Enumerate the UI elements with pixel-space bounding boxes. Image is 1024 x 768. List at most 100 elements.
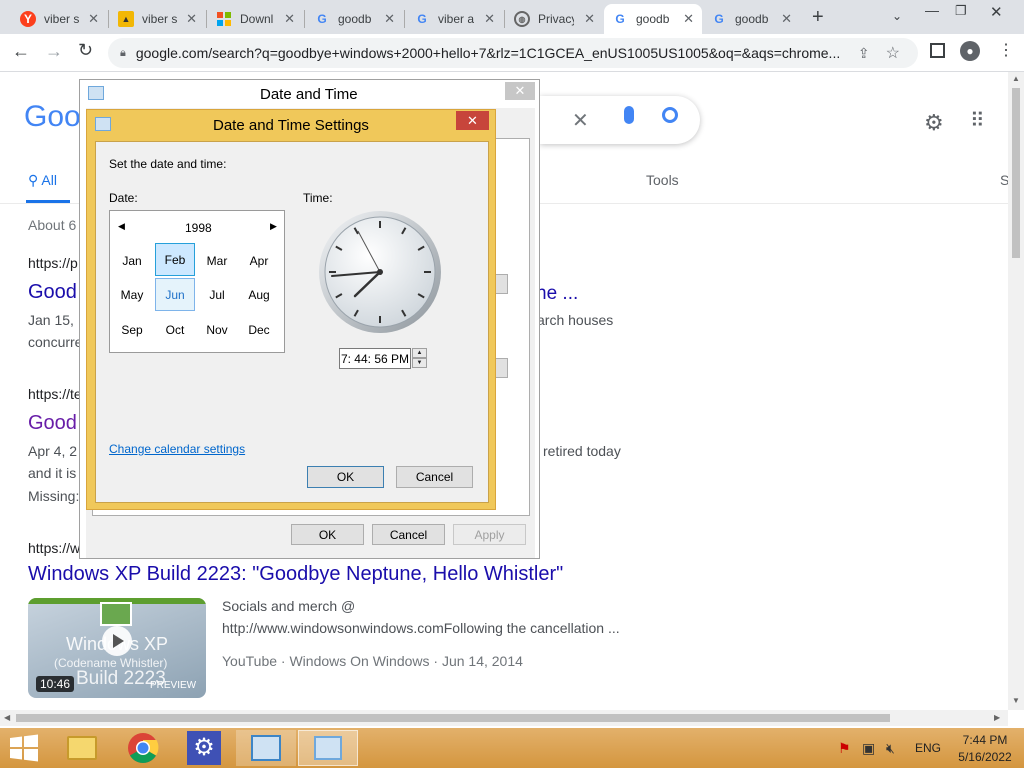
month-jul[interactable]: Jul [197,278,237,311]
close-tab-icon[interactable]: ✕ [484,11,495,27]
back-icon[interactable]: ← [12,41,30,62]
scroll-right-icon[interactable]: ▶ [994,713,1000,722]
close-tab-icon[interactable]: ✕ [284,11,295,27]
control-panel-icon[interactable] [236,730,296,766]
share-icon[interactable]: ⇪ [858,45,870,62]
tab-all[interactable]: ⚲ All [28,172,57,189]
browser-tab[interactable]: ▲ viber s ✕ [110,4,205,34]
close-tab-icon[interactable]: ✕ [88,11,99,27]
settings-app-icon[interactable]: ⚙ [174,730,234,766]
clear-search-icon[interactable]: ✕ [572,108,589,133]
reload-icon[interactable]: ↻ [78,40,93,61]
scroll-left-icon[interactable]: ◀ [4,713,10,722]
month-jan[interactable]: Jan [112,244,152,277]
calendar-year[interactable]: 1998 [185,221,212,235]
month-mar[interactable]: Mar [197,244,237,277]
google-icon: G [714,12,724,26]
ok-button[interactable]: OK [291,524,364,545]
vertical-scrollbar[interactable]: ▲ ▼ [1008,72,1024,710]
settings-gear-icon[interactable]: ⚙ [924,110,944,136]
clock-date[interactable]: 5/16/2022 [955,750,1015,764]
restore-icon[interactable]: ❐ [955,3,967,19]
instruction-label: Set the date and time: [109,157,227,171]
scroll-down-icon[interactable]: ▼ [1012,696,1020,705]
horizontal-scrollbar[interactable]: ◀ ▶ [0,710,1008,726]
browser-tab[interactable]: G viber a ✕ [406,4,503,34]
month-sep[interactable]: Sep [112,313,152,346]
time-down-icon[interactable]: ▼ [412,358,427,368]
result-url[interactable]: https://w [28,540,80,556]
dialog-body: Set the date and time: Date: Time: ◀ 199… [95,141,489,503]
action-center-icon[interactable]: ⚑ [838,740,851,757]
scroll-up-icon[interactable]: ▲ [1012,74,1020,83]
profile-icon[interactable]: ● [960,41,980,61]
language-indicator[interactable]: ENG [915,741,941,755]
result-url[interactable]: https://p [28,255,78,271]
ok-button[interactable]: OK [307,466,384,488]
side-panel-icon[interactable] [930,43,945,58]
volume-muted-icon[interactable]: 🔇︎ [886,740,895,757]
month-nov[interactable]: Nov [197,313,237,346]
close-tab-icon[interactable]: ✕ [384,11,395,27]
clock-time[interactable]: 7:44 PM [955,733,1015,747]
time-up-icon[interactable]: ▲ [412,348,427,358]
search-icon[interactable] [662,107,678,123]
browser-tab[interactable]: G goodb ✕ [306,4,403,34]
result-title-tail[interactable]: ne ... [536,283,578,305]
apps-grid-icon[interactable]: ⠿ [970,108,985,133]
browser-tab[interactable]: Y viber s ✕ [12,4,107,34]
next-year-icon[interactable]: ▶ [270,221,277,232]
close-tab-icon[interactable]: ✕ [584,11,595,27]
date-time-app-icon[interactable] [298,730,358,766]
cancel-button[interactable]: Cancel [372,524,445,545]
close-tab-icon[interactable]: ✕ [186,11,197,27]
result-snippet: Apr 4, 2 [28,443,78,459]
file-explorer-icon[interactable] [52,730,112,766]
menu-kebab-icon[interactable]: ⋮ [998,40,1014,60]
prev-year-icon[interactable]: ◀ [118,221,125,232]
apply-button[interactable]: Apply [453,524,526,545]
minimize-icon[interactable]: — [925,2,939,18]
search-box[interactable]: ✕ [540,96,700,144]
close-tab-icon[interactable]: ✕ [781,11,792,27]
tab-search-icon[interactable]: ⌄ [892,9,902,23]
bookmark-star-icon[interactable]: ☆ [886,43,900,63]
tab-tools[interactable]: Tools [646,172,679,188]
result-url[interactable]: https://te [28,386,82,402]
month-oct[interactable]: Oct [155,313,195,346]
start-windows-icon[interactable] [8,734,40,762]
result-title[interactable]: Windows XP Build 2223: "Goodbye Neptune,… [28,563,563,586]
result-title[interactable]: Good [28,412,77,435]
mic-icon[interactable] [624,106,634,124]
month-jun-hover[interactable]: Jun [155,278,195,311]
close-icon[interactable]: ✕ [505,82,535,100]
close-window-icon[interactable]: ✕ [990,3,1003,21]
chrome-icon[interactable] [113,730,173,766]
browser-tab[interactable]: ◍ Privacy ✕ [506,4,603,34]
browser-tab[interactable]: G goodb ✕ [703,4,800,34]
month-may[interactable]: May [112,278,152,311]
result-title[interactable]: Good [28,281,77,304]
google-logo[interactable]: Goo [24,100,81,134]
time-input[interactable]: 7: 44: 56 PM [339,348,411,369]
forward-icon[interactable]: → [45,41,63,62]
close-icon[interactable]: ✕ [456,111,489,130]
dialog-title: Date and Time [260,86,358,103]
scroll-thumb[interactable] [16,714,890,722]
month-feb-selected[interactable]: Feb [155,243,195,276]
month-apr[interactable]: Apr [239,244,279,277]
close-tab-icon[interactable]: ✕ [683,11,694,27]
cancel-button[interactable]: Cancel [396,466,473,488]
browser-tab-active[interactable]: G goodb ✕ [604,4,702,34]
play-icon[interactable] [102,626,132,656]
browser-tab[interactable]: Downl ✕ [208,4,303,34]
address-bar[interactable]: 🔒︎ google.com/search?q=goodbye+windows+2… [108,38,918,68]
scroll-thumb[interactable] [1012,88,1020,258]
video-thumbnail[interactable]: Windows XP (Codename Whistler) Build 222… [28,598,206,698]
change-calendar-settings-link[interactable]: Change calendar settings [109,442,245,456]
new-tab-icon[interactable]: + [812,6,824,29]
network-icon[interactable]: ▣ [862,740,875,757]
month-dec[interactable]: Dec [239,313,279,346]
month-calendar[interactable]: ◀ 1998 ▶ Jan Feb Mar Apr May Jun Jul Aug… [109,210,285,353]
month-aug[interactable]: Aug [239,278,279,311]
